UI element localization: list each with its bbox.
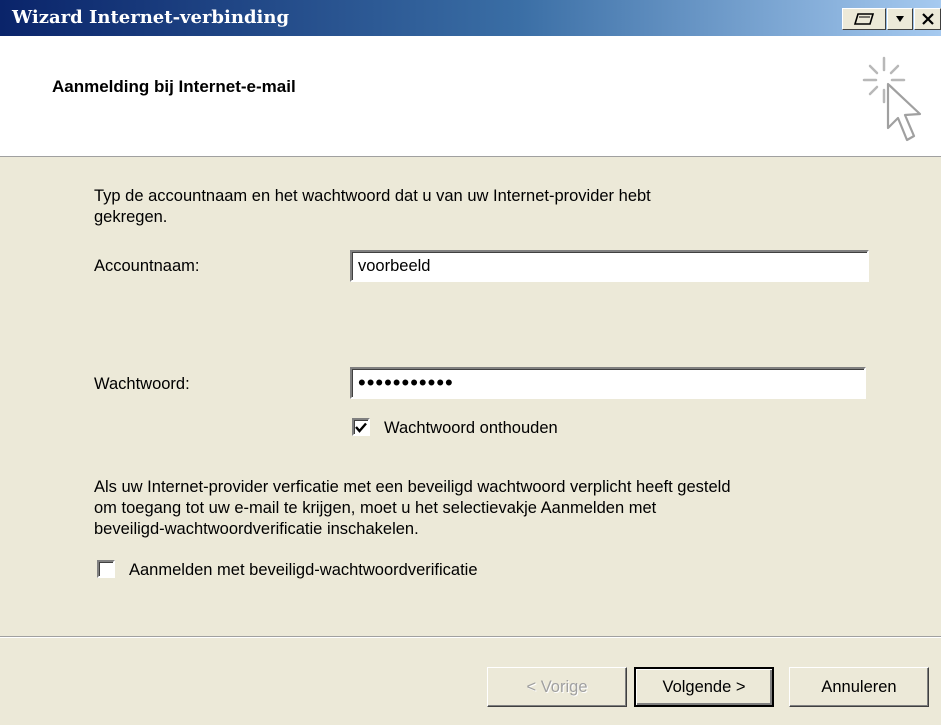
- password-label: Wachtwoord:: [94, 375, 190, 393]
- spa-text-line2: om toegang tot uw e-mail te krijgen, moe…: [94, 499, 657, 517]
- wizard-cursor-sparkle-icon: [862, 56, 922, 142]
- back-button[interactable]: < Vorige: [487, 667, 627, 707]
- wizard-header: Aanmelding bij Internet-e-mail: [0, 36, 941, 157]
- page-title: Aanmelding bij Internet-e-mail: [52, 77, 296, 96]
- intro-text-line2: gekregen.: [94, 208, 168, 226]
- cancel-button[interactable]: Annuleren: [789, 667, 929, 707]
- title-bar: Wizard Internet-verbinding: [0, 0, 941, 36]
- help-card-icon: [853, 13, 875, 25]
- intro-text-line1: Typ de accountnaam en het wachtwoord dat…: [94, 187, 651, 205]
- close-icon: [921, 13, 934, 25]
- account-name-label: Accountnaam:: [94, 257, 200, 275]
- checkmark-icon: [355, 422, 367, 433]
- next-button[interactable]: Volgende >: [634, 667, 774, 707]
- system-menu-button[interactable]: [887, 8, 913, 30]
- spa-text-line3: beveiligd-wachtwoordverificatie inschake…: [94, 520, 419, 538]
- password-input[interactable]: [350, 367, 866, 399]
- window-title: Wizard Internet-verbinding: [12, 7, 290, 28]
- help-button[interactable]: [842, 8, 886, 30]
- remember-password-label: Wachtwoord onthouden: [384, 419, 558, 437]
- button-separator: [0, 636, 941, 638]
- spa-checkbox[interactable]: [97, 560, 115, 578]
- spa-text-line1: Als uw Internet-provider verficatie met …: [94, 478, 731, 496]
- remember-password-checkbox[interactable]: [352, 418, 370, 436]
- close-button[interactable]: [914, 8, 941, 30]
- chevron-down-icon: [896, 16, 904, 22]
- account-name-input[interactable]: [350, 250, 869, 282]
- spa-label: Aanmelden met beveiligd-wachtwoordverifi…: [129, 561, 478, 579]
